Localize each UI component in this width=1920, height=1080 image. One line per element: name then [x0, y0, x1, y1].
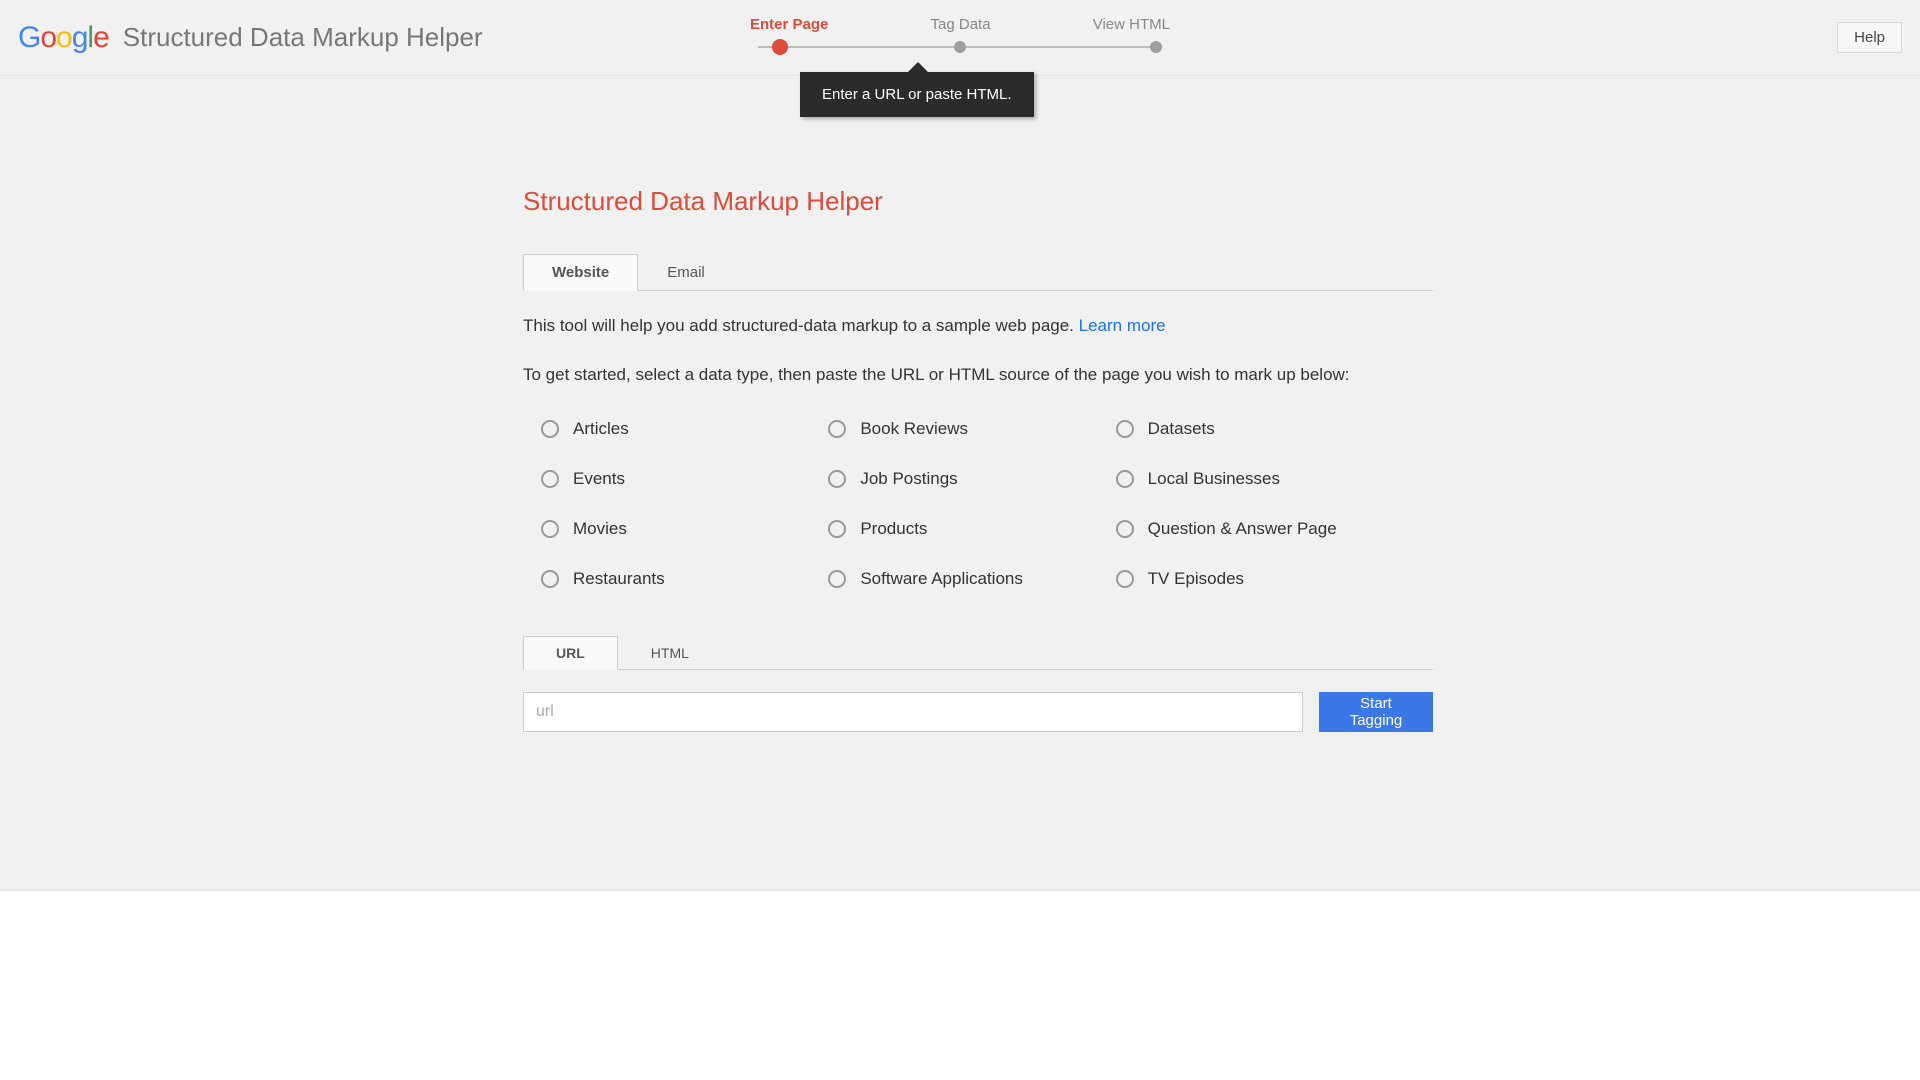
radio-icon: [828, 520, 846, 538]
radio-articles[interactable]: Articles: [541, 419, 808, 439]
radio-icon: [1116, 470, 1134, 488]
top-bar: Google Structured Data Markup Helper Ent…: [0, 0, 1920, 76]
input-tab-html[interactable]: HTML: [618, 636, 722, 670]
tab-website[interactable]: Website: [523, 254, 638, 291]
radio-label: Local Businesses: [1148, 469, 1280, 489]
footer-spacer: [0, 890, 1920, 1080]
radio-label: Products: [860, 519, 927, 539]
step-tooltip: Enter a URL or paste HTML.: [800, 72, 1034, 117]
radio-icon: [541, 470, 559, 488]
radio-icon: [828, 470, 846, 488]
input-tab-url[interactable]: URL: [523, 636, 618, 670]
radio-restaurants[interactable]: Restaurants: [541, 569, 808, 589]
radio-events[interactable]: Events: [541, 469, 808, 489]
input-source-tabs: URL HTML: [523, 635, 1433, 670]
progress-dot-1: [772, 39, 788, 55]
app-title: Structured Data Markup Helper: [123, 22, 483, 53]
radio-movies[interactable]: Movies: [541, 519, 808, 539]
logo-area: Google Structured Data Markup Helper: [18, 21, 483, 55]
radio-label: Events: [573, 469, 625, 489]
radio-qa-page[interactable]: Question & Answer Page: [1116, 519, 1383, 539]
progress-dot-2: [954, 41, 966, 53]
radio-label: Question & Answer Page: [1148, 519, 1337, 539]
radio-icon: [1116, 570, 1134, 588]
progress-stepper: Enter Page Tag Data View HTML: [750, 16, 1170, 57]
instruction-text: To get started, select a data type, then…: [523, 365, 1433, 385]
radio-software-applications[interactable]: Software Applications: [828, 569, 1095, 589]
learn-more-link[interactable]: Learn more: [1079, 316, 1166, 335]
step-view-html: View HTML: [1093, 16, 1170, 33]
google-logo: Google: [18, 21, 109, 55]
radio-label: Job Postings: [860, 469, 957, 489]
radio-tv-episodes[interactable]: TV Episodes: [1116, 569, 1383, 589]
radio-label: Software Applications: [860, 569, 1023, 589]
mode-tabs: Website Email: [523, 253, 1433, 291]
url-input[interactable]: [523, 692, 1303, 732]
radio-icon: [828, 570, 846, 588]
radio-products[interactable]: Products: [828, 519, 1095, 539]
radio-local-businesses[interactable]: Local Businesses: [1116, 469, 1383, 489]
radio-label: Datasets: [1148, 419, 1215, 439]
radio-icon: [1116, 520, 1134, 538]
data-type-grid: Articles Book Reviews Datasets Events Jo…: [523, 419, 1383, 589]
tab-email[interactable]: Email: [638, 254, 734, 291]
start-tagging-button[interactable]: Start Tagging: [1319, 692, 1433, 732]
radio-icon: [541, 420, 559, 438]
intro-text-body: This tool will help you add structured-d…: [523, 316, 1079, 335]
radio-icon: [541, 570, 559, 588]
radio-label: Movies: [573, 519, 627, 539]
page-heading: Structured Data Markup Helper: [523, 186, 1433, 217]
radio-label: Articles: [573, 419, 629, 439]
progress-track: [750, 37, 1170, 57]
step-tag-data: Tag Data: [931, 16, 991, 33]
step-enter-page[interactable]: Enter Page: [750, 16, 828, 33]
intro-text: This tool will help you add structured-d…: [523, 313, 1433, 339]
radio-label: TV Episodes: [1148, 569, 1244, 589]
radio-icon: [828, 420, 846, 438]
radio-icon: [541, 520, 559, 538]
radio-label: Restaurants: [573, 569, 665, 589]
help-button[interactable]: Help: [1837, 22, 1902, 53]
input-row: Start Tagging: [523, 692, 1433, 732]
content-area: Structured Data Markup Helper Website Em…: [0, 76, 1920, 792]
radio-book-reviews[interactable]: Book Reviews: [828, 419, 1095, 439]
radio-icon: [1116, 420, 1134, 438]
radio-label: Book Reviews: [860, 419, 968, 439]
radio-job-postings[interactable]: Job Postings: [828, 469, 1095, 489]
radio-datasets[interactable]: Datasets: [1116, 419, 1383, 439]
progress-dot-3: [1150, 41, 1162, 53]
